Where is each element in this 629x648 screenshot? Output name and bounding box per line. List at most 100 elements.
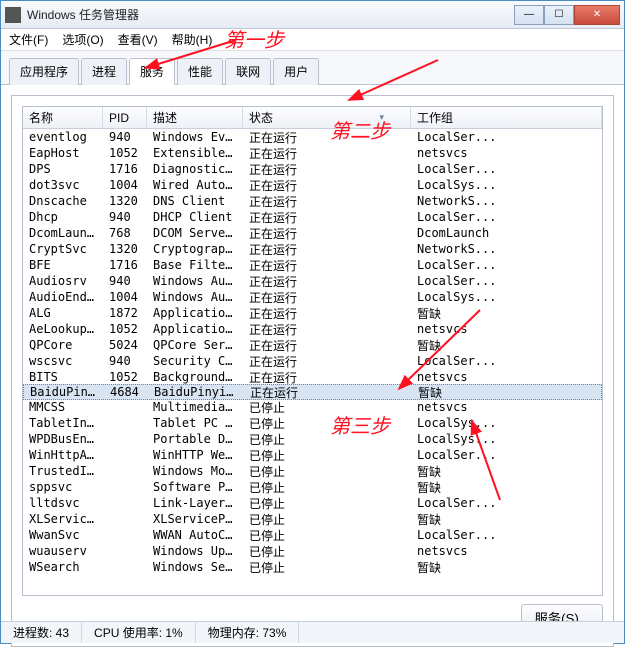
service-row[interactable]: MMCSSMultimedia...已停止netsvcs xyxy=(23,399,602,415)
tab-networking[interactable]: 联网 xyxy=(225,58,271,85)
service-row[interactable]: wuauservWindows Up...已停止netsvcs xyxy=(23,543,602,559)
services-pane: 名称 PID 描述 状态▾ 工作组 eventlog940Windows Ev.… xyxy=(11,95,614,647)
cell-desc: Windows Up... xyxy=(147,544,243,558)
cell-desc: Applicatio... xyxy=(147,306,243,320)
service-row[interactable]: TrustedI...Windows Mo...已停止暂缺 xyxy=(23,463,602,479)
maximize-button[interactable]: ☐ xyxy=(544,5,574,25)
service-row[interactable]: wscsvc940Security C...正在运行LocalSer... xyxy=(23,353,602,369)
cell-desc: DNS Client xyxy=(147,194,243,208)
tab-services[interactable]: 服务 xyxy=(129,58,175,85)
cell-group: netsvcs xyxy=(411,400,602,414)
service-row[interactable]: TabletIn...Tablet PC ...已停止LocalSys... xyxy=(23,415,602,431)
cell-pid: 940 xyxy=(103,274,147,288)
cell-desc: QPCore Ser... xyxy=(147,338,243,352)
cell-pid: 1052 xyxy=(103,370,147,384)
tab-row: 应用程序 进程 服务 性能 联网 用户 xyxy=(1,51,624,85)
cell-desc: Portable D... xyxy=(147,432,243,446)
service-row[interactable]: WinHttpA...WinHTTP We...已停止LocalSer... xyxy=(23,447,602,463)
minimize-button[interactable]: — xyxy=(514,5,544,25)
cell-pid: 1872 xyxy=(103,306,147,320)
cell-status: 已停止 xyxy=(243,543,411,560)
cell-name: dot3svc xyxy=(23,178,103,192)
service-row[interactable]: Dnscache1320DNS Client正在运行NetworkS... xyxy=(23,193,602,209)
cell-name: EapHost xyxy=(23,146,103,160)
service-row[interactable]: ALG1872Applicatio...正在运行暂缺 xyxy=(23,305,602,321)
service-row[interactable]: DPS1716Diagnostic...正在运行LocalSer... xyxy=(23,161,602,177)
service-row[interactable]: BFE1716Base Filte...正在运行LocalSer... xyxy=(23,257,602,273)
cell-status: 正在运行 xyxy=(243,225,411,242)
close-button[interactable]: ✕ xyxy=(574,5,620,25)
service-row[interactable]: AudioEnd...1004Windows Au...正在运行LocalSys… xyxy=(23,289,602,305)
cell-pid: 1004 xyxy=(103,178,147,192)
column-status[interactable]: 状态▾ xyxy=(243,107,411,128)
status-processes: 进程数: 43 xyxy=(1,622,82,643)
cell-group: 暂缺 xyxy=(411,463,602,480)
cell-pid: 1004 xyxy=(103,290,147,304)
cell-name: ALG xyxy=(23,306,103,320)
cell-status: 正在运行 xyxy=(243,273,411,290)
cell-group: LocalSer... xyxy=(411,210,602,224)
cell-name: WwanSvc xyxy=(23,528,103,542)
cell-pid: 1716 xyxy=(103,162,147,176)
column-headers: 名称 PID 描述 状态▾ 工作组 xyxy=(23,107,602,129)
cell-status: 已停止 xyxy=(243,527,411,544)
cell-status: 正在运行 xyxy=(243,257,411,274)
service-row[interactable]: WwanSvcWWAN AutoC...已停止LocalSer... xyxy=(23,527,602,543)
service-row[interactable]: CryptSvc1320Cryptograp...正在运行NetworkS... xyxy=(23,241,602,257)
cell-name: WinHttpA... xyxy=(23,448,103,462)
cell-desc: WinHTTP We... xyxy=(147,448,243,462)
cell-pid: 1320 xyxy=(103,194,147,208)
menu-view[interactable]: 查看(V) xyxy=(116,29,160,50)
service-row[interactable]: WPDBusEnumPortable D...已停止LocalSys... xyxy=(23,431,602,447)
service-row[interactable]: lltdsvcLink-Layer...已停止LocalSer... xyxy=(23,495,602,511)
service-row[interactable]: WSearchWindows Se...已停止暂缺 xyxy=(23,559,602,575)
cell-group: LocalSer... xyxy=(411,130,602,144)
cell-desc: Security C... xyxy=(147,354,243,368)
cell-status: 已停止 xyxy=(243,415,411,432)
cell-pid: 5024 xyxy=(103,338,147,352)
service-row[interactable]: dot3svc1004Wired Auto...正在运行LocalSys... xyxy=(23,177,602,193)
menu-file[interactable]: 文件(F) xyxy=(7,29,50,50)
menu-options[interactable]: 选项(O) xyxy=(60,29,105,50)
column-group[interactable]: 工作组 xyxy=(411,107,602,128)
cell-desc: Multimedia... xyxy=(147,400,243,414)
tab-performance[interactable]: 性能 xyxy=(177,58,223,85)
service-row[interactable]: Dhcp940DHCP Client正在运行LocalSer... xyxy=(23,209,602,225)
service-row[interactable]: sppsvcSoftware P...已停止暂缺 xyxy=(23,479,602,495)
cell-name: AudioEnd... xyxy=(23,290,103,304)
column-pid[interactable]: PID xyxy=(103,107,147,128)
cell-desc: Windows Au... xyxy=(147,290,243,304)
cell-desc: Windows Mo... xyxy=(147,464,243,478)
status-cpu: CPU 使用率: 1% xyxy=(82,622,196,643)
cell-desc: Diagnostic... xyxy=(147,162,243,176)
cell-pid: 768 xyxy=(103,226,147,240)
cell-pid: 1052 xyxy=(103,146,147,160)
service-row[interactable]: EapHost1052Extensible...正在运行netsvcs xyxy=(23,145,602,161)
menu-help[interactable]: 帮助(H) xyxy=(170,29,215,50)
service-row[interactable]: eventlog940Windows Ev...正在运行LocalSer... xyxy=(23,129,602,145)
titlebar[interactable]: Windows 任务管理器 — ☐ ✕ xyxy=(1,1,624,29)
tab-applications[interactable]: 应用程序 xyxy=(9,58,79,85)
column-name[interactable]: 名称 xyxy=(23,107,103,128)
cell-desc: Windows Audio xyxy=(147,274,243,288)
cell-group: LocalSys... xyxy=(411,178,602,192)
services-rows[interactable]: eventlog940Windows Ev...正在运行LocalSer...E… xyxy=(23,129,602,596)
cell-name: Dnscache xyxy=(23,194,103,208)
cell-group: netsvcs xyxy=(411,544,602,558)
cell-pid: 4684 xyxy=(104,385,148,399)
tab-users[interactable]: 用户 xyxy=(273,58,319,85)
service-row[interactable]: QPCore5024QPCore Ser...正在运行暂缺 xyxy=(23,337,602,353)
cell-desc: DHCP Client xyxy=(147,210,243,224)
service-row[interactable]: AeLookupSvc1052Applicatio...正在运行netsvcs xyxy=(23,321,602,337)
service-row[interactable]: XLServic...XLServiceP...已停止暂缺 xyxy=(23,511,602,527)
menubar: 文件(F) 选项(O) 查看(V) 帮助(H) xyxy=(1,29,624,51)
column-description[interactable]: 描述 xyxy=(147,107,243,128)
cell-name: WSearch xyxy=(23,560,103,574)
task-manager-window: Windows 任务管理器 — ☐ ✕ 文件(F) 选项(O) 查看(V) 帮助… xyxy=(0,0,625,644)
cell-name: lltdsvc xyxy=(23,496,103,510)
tab-processes[interactable]: 进程 xyxy=(81,58,127,85)
window-title: Windows 任务管理器 xyxy=(27,6,514,23)
cell-group: LocalSer... xyxy=(411,354,602,368)
service-row[interactable]: DcomLaunch768DCOM Serve...正在运行DcomLaunch xyxy=(23,225,602,241)
service-row[interactable]: Audiosrv940Windows Audio正在运行LocalSer... xyxy=(23,273,602,289)
